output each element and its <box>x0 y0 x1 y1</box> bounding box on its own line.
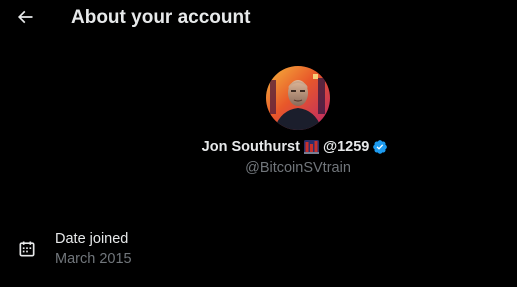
detail-label: Date joined <box>55 231 129 247</box>
profile-avatar[interactable] <box>266 66 330 130</box>
calendar-icon <box>19 241 35 257</box>
profile-handle: @BitcoinSVtrain <box>245 160 351 176</box>
arrow-left-icon <box>17 10 33 24</box>
flag-icon <box>303 140 319 154</box>
verified-badge-icon[interactable] <box>372 139 388 155</box>
detail-row-date-joined: Date joined March 2015 <box>0 226 517 276</box>
display-name: Jon Southurst <box>201 139 300 155</box>
header: About your account <box>0 0 517 38</box>
detail-value: March 2015 <box>55 251 132 267</box>
page-title: About your account <box>71 7 251 28</box>
back-button[interactable] <box>12 4 38 30</box>
avatar-image <box>266 66 330 130</box>
about-account-page: About your account Jon Southurst @1259 @… <box>0 0 517 287</box>
display-name-row: Jon Southurst @1259 <box>0 137 517 157</box>
display-name-suffix: @1259 <box>322 139 370 155</box>
